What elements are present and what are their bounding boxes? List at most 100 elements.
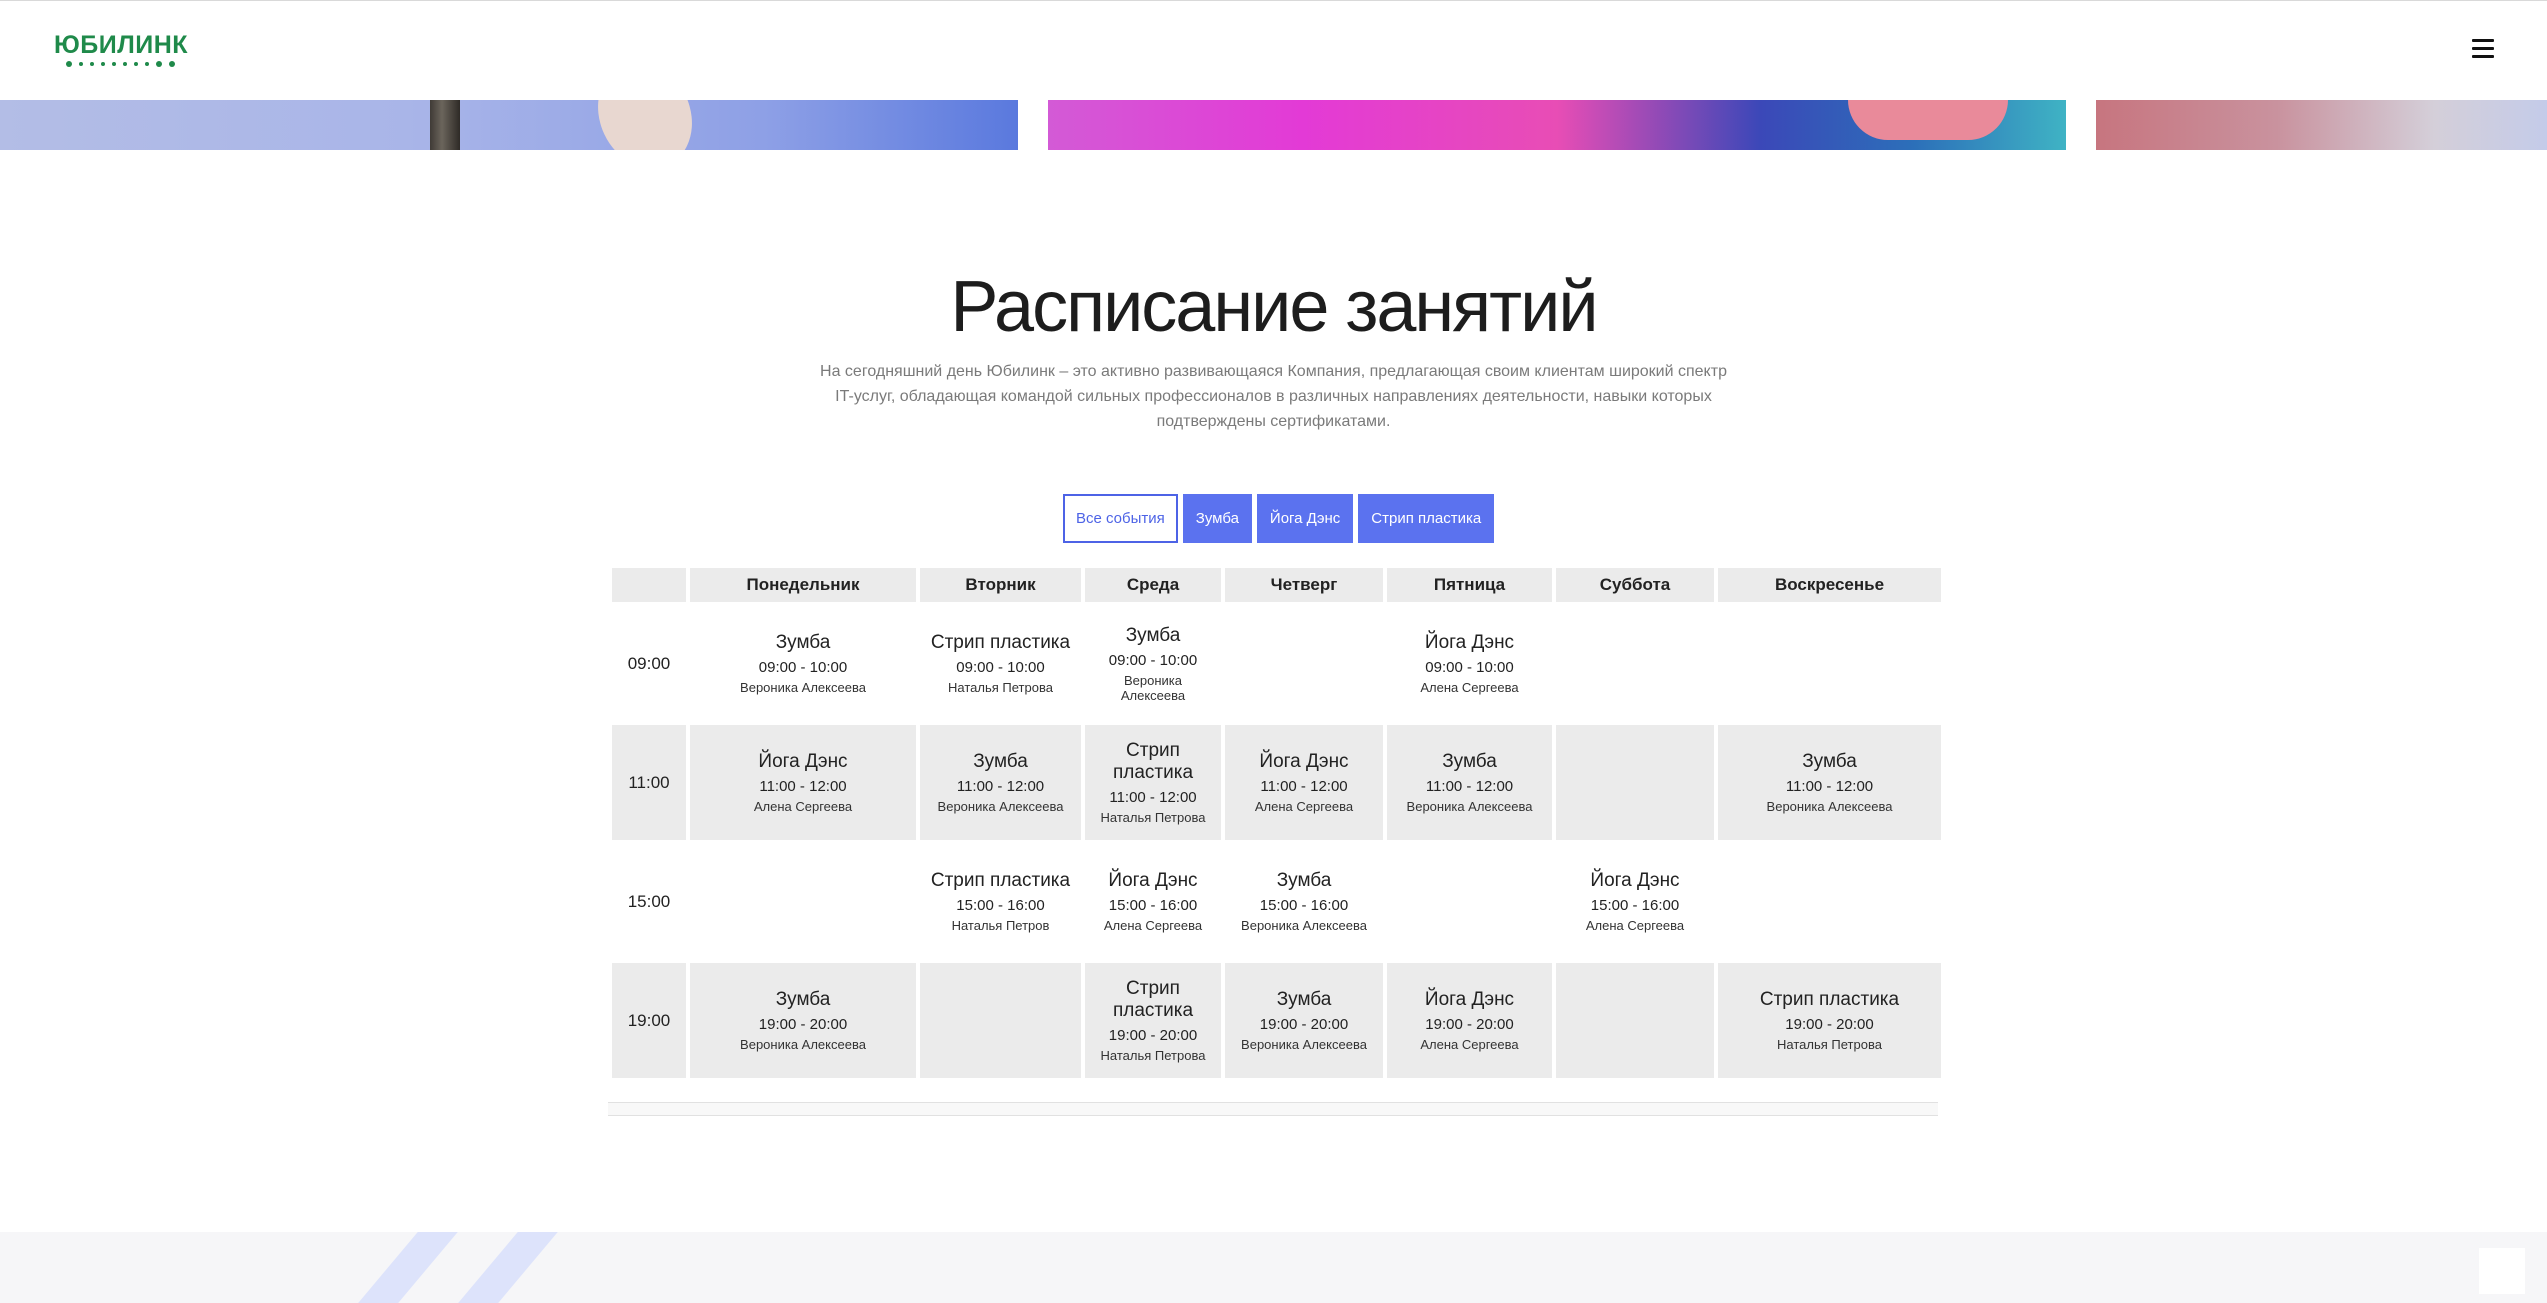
- event-trainer: Вероника Алексеева: [740, 680, 866, 695]
- schedule-event[interactable]: Стрип пластика 15:00 - 16:00 Наталья Петро…: [920, 844, 1081, 959]
- event-title: Зумба: [973, 751, 1028, 772]
- event-time: 09:00 - 10:00: [758, 659, 848, 676]
- logo-dots: [66, 61, 188, 67]
- empty-slot: [1387, 844, 1552, 959]
- event-title: Стрип пластика: [1759, 989, 1900, 1010]
- event-time: 11:00 - 12:00: [1260, 778, 1348, 795]
- schedule-event[interactable]: Йога Дэнс 15:00 - 16:00 Алена Сергеева: [1556, 844, 1714, 959]
- page-title: Расписание занятий: [950, 265, 1599, 349]
- event-time: 11:00 - 12:00: [1425, 778, 1514, 795]
- schedule-filter: Все события Зумба Йога Дэнс Стрип пластика: [1063, 494, 1495, 543]
- event-title: Стрип пластика: [1112, 978, 1194, 1021]
- event-time: 11:00 - 12:00: [956, 778, 1045, 795]
- schedule-event[interactable]: Стрип пластика 19:00 - 20:00 Наталья Петро…: [1085, 963, 1221, 1078]
- day-header: Пятница: [1387, 568, 1552, 602]
- schedule-event[interactable]: Зумба 09:00 - 10:00 Вероника Алексеева: [1085, 606, 1221, 721]
- event-time: 15:00 - 16:00: [956, 897, 1045, 914]
- event-title: Йога Дэнс: [1259, 751, 1349, 772]
- schedule-event[interactable]: Стрип пластика 11:00 - 12:00 Наталья Петро…: [1085, 725, 1221, 840]
- schedule-event[interactable]: Зумба 09:00 - 10:00 Вероника Алексеева: [690, 606, 916, 721]
- empty-slot: [1718, 606, 1941, 721]
- empty-slot: [1556, 606, 1714, 721]
- section-description: На сегодняшний день Юбилинк – это активн…: [820, 363, 1727, 430]
- time-slot-label: 09:00: [627, 653, 671, 673]
- event-time: 19:00 - 20:00: [1259, 1016, 1349, 1033]
- schedule-event[interactable]: Зумба 11:00 - 12:00 Вероника Алексеева: [1718, 725, 1941, 840]
- site-header: ЮБИЛИНК: [0, 0, 2547, 100]
- filter-button[interactable]: Стрип пластика: [1358, 494, 1495, 543]
- schedule-event[interactable]: Стрип пластика 09:00 - 10:00 Наталья Петро…: [920, 606, 1081, 721]
- event-time: 19:00 - 20:00: [1108, 1027, 1198, 1044]
- empty-slot: [920, 963, 1081, 1078]
- event-trainer: Алена Сергеева: [1585, 918, 1685, 933]
- schedule-event[interactable]: Зумба 11:00 - 12:00 Вероника Алексеева: [920, 725, 1081, 840]
- empty-slot: [1225, 606, 1383, 721]
- event-trainer: Вероника Алексеева: [740, 1037, 866, 1052]
- schedule-event[interactable]: Зумба 11:00 - 12:00 Вероника Алексеева: [1387, 725, 1552, 840]
- event-trainer: Вероника Алексеева: [1120, 672, 1186, 703]
- schedule-table: Понедельник Вторник Среда Четверг Пятница Суб…: [608, 564, 1945, 1082]
- event-time: 09:00 - 10:00: [956, 659, 1045, 676]
- event-title: Зумба: [1276, 870, 1332, 891]
- event-title: Стрип пластика: [1112, 740, 1194, 783]
- section-heading: Расписание занятий: [0, 265, 2547, 349]
- logo-text: ЮБИЛИНК: [54, 31, 189, 59]
- event-trainer: Алена Сергеева: [753, 799, 853, 814]
- event-time: 09:00 - 10:00: [1425, 659, 1514, 676]
- time-slot-label: 15:00: [627, 891, 671, 911]
- page-title-text: Расписание занятий: [950, 267, 1598, 347]
- schedule-event[interactable]: Йога Дэнс 19:00 - 20:00 Алена Сергеева: [1387, 963, 1552, 1078]
- event-time: 11:00 - 12:00: [1785, 778, 1874, 795]
- event-trainer: Алена Сергеева: [1420, 1037, 1519, 1052]
- event-time: 19:00 - 20:00: [1785, 1016, 1874, 1033]
- schedule-row: 19:00 Зумба 19:00 - 20:00 Вероника Алексеев…: [612, 963, 1941, 1078]
- event-time: 15:00 - 16:00: [1108, 897, 1198, 914]
- day-header: Суббота: [1556, 568, 1714, 602]
- empty-slot: [1556, 725, 1714, 840]
- day-header: Вторник: [920, 568, 1081, 602]
- event-title: Зумба: [1802, 751, 1857, 772]
- event-time: 19:00 - 20:00: [758, 1016, 848, 1033]
- time-slot-label: 19:00: [612, 963, 686, 1078]
- event-title: Зумба: [775, 632, 831, 653]
- gallery-image-1[interactable]: [0, 100, 1018, 150]
- table-footer: [608, 1102, 1938, 1116]
- time-slot-label: 11:00: [612, 725, 686, 840]
- event-trainer: Вероника Алексеева: [1241, 1037, 1367, 1052]
- gallery-image-2[interactable]: [1048, 100, 2066, 150]
- schedule-event[interactable]: Зумба 15:00 - 16:00 Вероника Алексеева: [1225, 844, 1383, 959]
- scroll-to-top-button[interactable]: [2479, 1248, 2525, 1294]
- empty-slot: [690, 844, 916, 959]
- schedule-event[interactable]: Зумба 19:00 - 20:00 Вероника Алексеева: [1225, 963, 1383, 1078]
- event-trainer: Вероника Алексеева: [1241, 918, 1367, 933]
- schedule-header-row: Понедельник Вторник Среда Четверг Пятница Суб…: [612, 568, 1941, 602]
- schedule-event[interactable]: Зумба 19:00 - 20:00 Вероника Алексеева: [690, 963, 916, 1078]
- event-time: 11:00 - 12:00: [759, 778, 847, 795]
- logo[interactable]: ЮБИЛИНК: [54, 31, 188, 67]
- schedule-event[interactable]: Стрип пластика 19:00 - 20:00 Наталья Петро…: [1718, 963, 1941, 1078]
- filter-button[interactable]: Йога Дэнс: [1256, 494, 1354, 543]
- schedule-event[interactable]: Йога Дэнс 15:00 - 16:00 Алена Сергеева: [1085, 844, 1221, 959]
- event-trainer: Алена Сергеева: [1103, 918, 1203, 933]
- schedule-event[interactable]: Йога Дэнс 11:00 - 12:00 Алена Сергеева: [690, 725, 916, 840]
- hamburger-menu-icon[interactable]: [2472, 39, 2494, 59]
- day-header: Среда: [1085, 568, 1221, 602]
- event-trainer: Алена Сергеева: [1420, 680, 1519, 695]
- gallery-image-3[interactable]: [2096, 100, 2547, 150]
- day-header: Воскресенье: [1718, 568, 1941, 602]
- schedule-row: 15:00 Стрип пластика 15:00 - 16:00 Наталья …: [612, 844, 1941, 959]
- event-time: 19:00 - 20:00: [1425, 1016, 1514, 1033]
- schedule-event[interactable]: Йога Дэнс 09:00 - 10:00 Алена Сергеева: [1387, 606, 1552, 721]
- schedule-row: 11:00 Йога Дэнс 11:00 - 12:00 Алена Сергеев…: [612, 725, 1941, 840]
- event-time: 11:00 - 12:00: [1109, 789, 1197, 806]
- filter-button[interactable]: Зумба: [1182, 494, 1252, 543]
- schedule-event[interactable]: Йога Дэнс 11:00 - 12:00 Алена Сергеева: [1225, 725, 1383, 840]
- event-title: Йога Дэнс: [1108, 870, 1198, 891]
- time-column-header: [612, 568, 686, 602]
- event-trainer: Наталья Петрова: [948, 680, 1053, 695]
- event-title: Зумба: [1442, 751, 1497, 772]
- event-title: Зумба: [775, 989, 831, 1010]
- filter-button[interactable]: Все события: [1063, 494, 1178, 543]
- event-trainer: Алена Сергеева: [1254, 799, 1354, 814]
- event-time: 15:00 - 16:00: [1259, 897, 1349, 914]
